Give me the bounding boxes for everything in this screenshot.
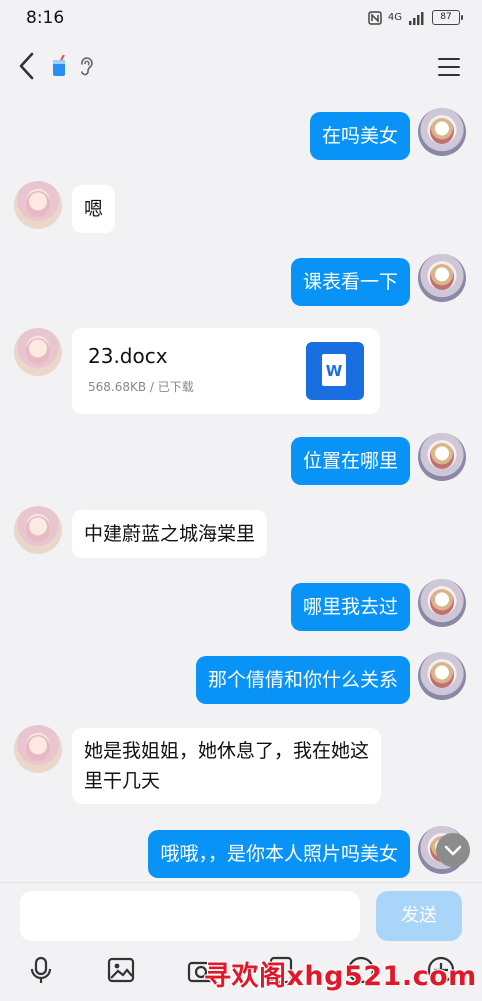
message-bubble-received[interactable]: 中建蔚蓝之城海棠里 [72, 510, 268, 558]
message-bubble-sent[interactable]: 在吗美女 [309, 112, 410, 160]
message-list[interactable]: 在吗美女 嗯 课表看一下 23.docx 568.68KB / 已下载 W 位置… [0, 96, 482, 882]
ear-icon[interactable] [78, 56, 94, 76]
menu-icon[interactable] [438, 58, 460, 76]
cup-icon[interactable] [50, 55, 68, 77]
microphone-icon[interactable] [26, 955, 56, 985]
message-line: 她是我姐姐，她休息了，我在她这 [84, 740, 370, 762]
my-avatar[interactable] [418, 579, 466, 627]
chevron-down-icon [444, 845, 462, 856]
my-avatar[interactable] [418, 652, 466, 700]
message-bubble-sent[interactable]: 课表看一下 [290, 258, 410, 306]
my-avatar[interactable] [418, 108, 466, 156]
nfc-icon [368, 10, 382, 25]
message-bubble-sent[interactable]: 哪里我去过 [290, 583, 410, 631]
network-label: 4G [387, 12, 402, 23]
image-icon[interactable] [106, 955, 136, 985]
watermark-text: 寻欢阁xhg521.com [204, 961, 477, 992]
contact-avatar[interactable] [14, 506, 62, 554]
chat-header [0, 36, 482, 96]
scroll-to-bottom-button[interactable] [436, 833, 470, 867]
message-bubble-sent[interactable]: 哦哦，，是你本人照片吗美女 [148, 830, 410, 878]
word-icon: W [306, 342, 364, 400]
send-button[interactable]: 发送 [376, 891, 462, 941]
contact-avatar[interactable] [14, 725, 62, 773]
chevron-left-icon[interactable] [14, 50, 40, 82]
message-bubble-received[interactable]: 嗯 [72, 185, 116, 233]
status-bar: 8:16 4G 87 [0, 0, 482, 36]
message-line: 里干几天 [84, 770, 161, 792]
battery-icon: 87 [432, 10, 463, 25]
message-bubble-sent[interactable]: 位置在哪里 [290, 437, 410, 485]
status-time: 8:16 [26, 8, 65, 28]
message-input[interactable] [20, 891, 360, 941]
message-bubble-received[interactable]: 她是我姐姐，她休息了，我在她这 里干几天 [72, 728, 382, 804]
status-icons: 4G 87 [368, 10, 463, 25]
contact-avatar[interactable] [14, 181, 62, 229]
my-avatar[interactable] [418, 254, 466, 302]
file-name: 23.docx [88, 344, 168, 368]
file-meta: 568.68KB / 已下载 [88, 380, 194, 394]
my-avatar[interactable] [418, 433, 466, 481]
message-bubble-sent[interactable]: 那个倩倩和你什么关系 [195, 656, 410, 704]
contact-avatar[interactable] [14, 328, 62, 376]
signal-icon [409, 11, 424, 25]
file-message[interactable]: 23.docx 568.68KB / 已下载 W [72, 328, 380, 414]
